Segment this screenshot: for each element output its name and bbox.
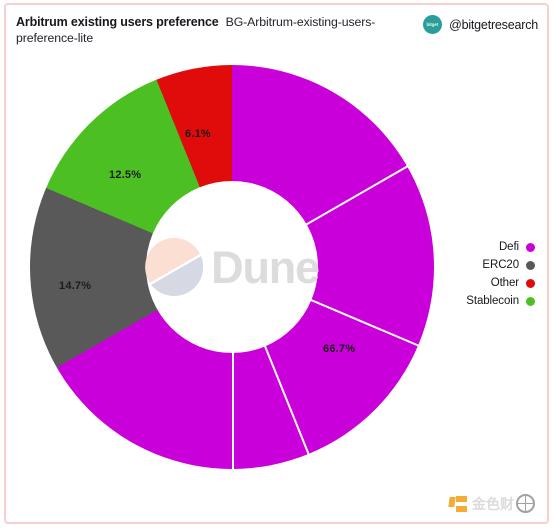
legend-color-swatch (526, 296, 535, 306)
legend-item-defi[interactable]: Defi (499, 241, 535, 253)
chart-area: 66.7% 14.7% 12.5% 6.1% Dune Defi ERC20 O… (6, 53, 547, 522)
legend-color-swatch (526, 242, 535, 252)
slice-label-stablecoin: 12.5% (109, 169, 142, 181)
jinse-logo-icon (448, 495, 467, 513)
legend-label: Other (490, 277, 519, 289)
avatar-label: bitget (426, 21, 439, 28)
donut-hole (146, 181, 318, 353)
slice-label-other: 6.1% (185, 128, 211, 140)
slice-label-defi: 66.7% (323, 343, 356, 355)
legend-item-stablecoin[interactable]: Stablecoin (466, 295, 535, 307)
legend-item-erc20[interactable]: ERC20 (482, 259, 535, 271)
account-handle: @bitgetresearch (449, 17, 538, 32)
legend-item-other[interactable]: Other (491, 277, 535, 289)
avatar: bitget (423, 15, 443, 34)
account-badge[interactable]: bitget @bitgetresearch (423, 15, 538, 34)
legend-label: Stablecoin (466, 295, 519, 307)
donut-chart: 66.7% 14.7% 12.5% 6.1% Dune (30, 65, 434, 469)
legend-color-swatch (526, 260, 535, 270)
legend-color-swatch (526, 278, 535, 288)
header-title-block: Arbitrum existing users preference BG-Arb… (16, 14, 406, 46)
chart-card: Arbitrum existing users preference BG-Arb… (4, 3, 549, 524)
legend-label: Defi (498, 241, 519, 253)
jinse-watermark: 金色财 (448, 494, 535, 513)
globe-icon (516, 494, 535, 513)
legend-label: ERC20 (482, 259, 519, 271)
page-title: Arbitrum existing users preference (16, 15, 219, 29)
chart-legend: Defi ERC20 Other Stablecoin (466, 241, 535, 307)
card-header: Arbitrum existing users preference BG-Arb… (6, 5, 547, 57)
slice-label-erc20: 14.7% (59, 280, 92, 292)
jinse-wordmark: 金色财 (472, 495, 514, 512)
